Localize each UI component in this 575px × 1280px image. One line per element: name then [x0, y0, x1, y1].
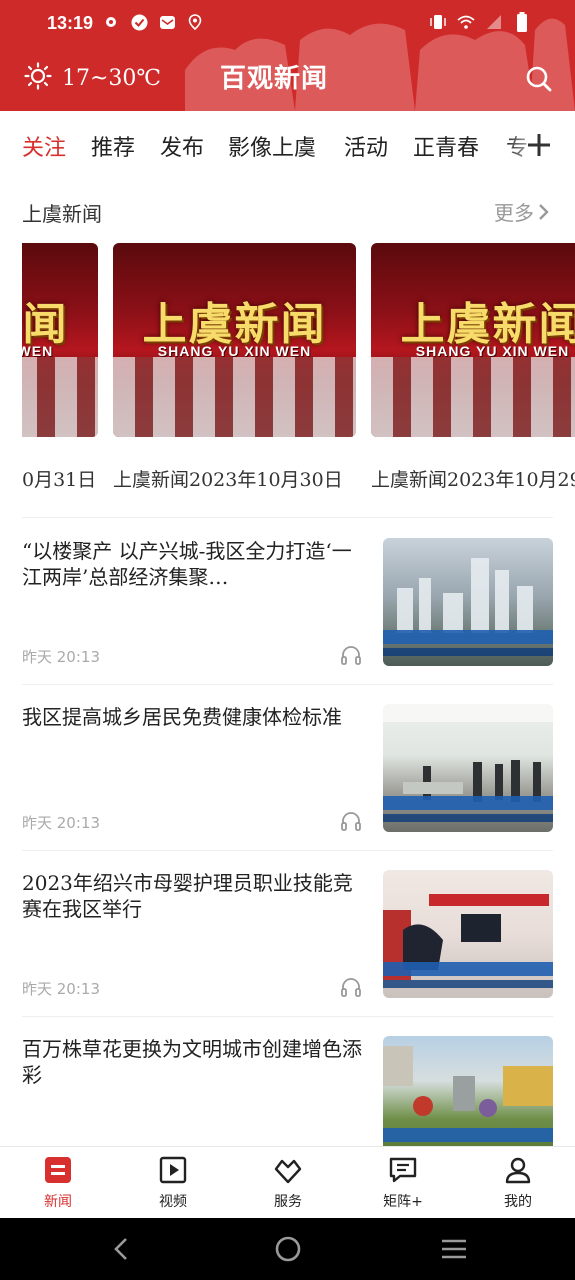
weather-widget[interactable]: 17~30℃: [24, 62, 161, 94]
divider: [22, 850, 553, 851]
check-circle-icon: [130, 13, 148, 31]
divider: [22, 684, 553, 685]
recents-icon[interactable]: [440, 1235, 468, 1263]
nav-matrix[interactable]: 矩阵+: [363, 1155, 443, 1211]
profile-icon: [505, 1157, 531, 1184]
carousel-thumbnail: 上虞新闻 SHANG YU XIN WEN: [371, 243, 575, 437]
search-icon[interactable]: [525, 65, 553, 93]
news-thumbnail: [383, 1036, 553, 1164]
location-icon: [186, 13, 204, 31]
thumbnail-subtitle: SHANG YU XIN WEN: [22, 343, 54, 359]
nav-label: 我的: [504, 1194, 532, 1210]
carousel-card[interactable]: 上虞新闻 SHANG YU XIN WEN 上虞新闻2023年10月29: [371, 243, 575, 491]
battery-icon: [513, 12, 531, 32]
add-channel-icon[interactable]: [525, 131, 553, 159]
thumbnail-subtitle: SHANG YU XIN WEN: [415, 343, 570, 359]
news-time: 昨天 20:13: [22, 648, 100, 666]
carousel-thumbnail: 上虞新闻 SHANG YU XIN WEN: [22, 243, 98, 437]
news-title: 我区提高城乡居民免费健康体检标准: [22, 705, 342, 729]
news-time: 昨天 20:13: [22, 980, 100, 998]
app-logo: 百观新闻: [220, 64, 329, 94]
vibrate-icon: [429, 13, 447, 31]
back-icon[interactable]: [108, 1235, 136, 1263]
wifi-icon: [457, 13, 475, 31]
carousel-card[interactable]: 上虞新闻 SHANG YU XIN WEN 上虞新闻2023年10月30日: [113, 243, 356, 491]
temperature-text: 17~30℃: [62, 65, 162, 91]
more-link[interactable]: 更多: [494, 197, 551, 226]
signal-icon: [485, 13, 503, 31]
tab-youth[interactable]: 正青春: [413, 130, 479, 162]
section-title: 上虞新闻: [22, 202, 102, 226]
tab-image-shangyu[interactable]: 影像上虞: [228, 130, 316, 162]
news-list-item[interactable]: 我区提高城乡居民免费健康体检标准 昨天 20:13: [0, 704, 575, 870]
tab-follow[interactable]: 关注: [22, 130, 66, 162]
mail-icon: [158, 13, 176, 31]
nav-label: 矩阵+: [383, 1194, 423, 1210]
sun-icon: [24, 62, 52, 94]
system-navigation-bar: [0, 1218, 575, 1280]
news-title: “以楼聚产 以产兴城-我区全力打造‘一江两岸’总部经济集聚…: [22, 539, 352, 589]
more-label: 更多: [494, 201, 534, 225]
service-icon: [274, 1159, 302, 1184]
app-header: 13:19 17~30℃ 百观新闻: [0, 0, 575, 111]
nav-service[interactable]: 服务: [248, 1155, 328, 1211]
gear-icon: [102, 13, 120, 31]
thumbnail-subtitle: SHANG YU XIN WEN: [157, 343, 312, 359]
news-list-item[interactable]: “以楼聚产 以产兴城-我区全力打造‘一江两岸’总部经济集聚… 昨天 20:13: [0, 538, 575, 704]
nav-label: 服务: [274, 1194, 302, 1210]
matrix-icon: [389, 1157, 417, 1183]
news-icon: [45, 1157, 71, 1183]
bottom-navigation: 新闻 视频 服务 矩阵+ 我的: [0, 1146, 575, 1218]
news-list-item[interactable]: 2023年绍兴市母婴护理员职业技能竞赛在我区举行 昨天 20:13: [0, 870, 575, 1036]
news-time: 昨天 20:13: [22, 814, 100, 832]
news-thumbnail: [383, 870, 553, 998]
nav-label: 视频: [159, 1194, 187, 1210]
nav-profile[interactable]: 我的: [478, 1155, 558, 1211]
tab-recommend[interactable]: 推荐: [91, 130, 135, 162]
tab-activity[interactable]: 活动: [344, 130, 388, 162]
status-bar: 13:19: [0, 0, 575, 48]
nav-label: 新闻: [44, 1194, 72, 1210]
nav-news[interactable]: 新闻: [18, 1155, 98, 1211]
home-icon[interactable]: [274, 1235, 302, 1263]
carousel-card[interactable]: 上虞新闻 SHANG YU XIN WEN 0月31日: [22, 243, 98, 491]
divider: [22, 1016, 553, 1017]
status-time: 13:19: [47, 13, 94, 33]
carousel-caption: 上虞新闻2023年10月29: [371, 469, 575, 491]
news-thumbnail: [383, 538, 553, 666]
carousel-caption: 上虞新闻2023年10月30日: [113, 469, 343, 491]
news-video-carousel[interactable]: 上虞新闻 SHANG YU XIN WEN 0月31日 上虞新闻 SHANG Y…: [22, 243, 575, 503]
tab-publish[interactable]: 发布: [160, 130, 204, 162]
headphones-icon[interactable]: [340, 810, 362, 832]
news-thumbnail: [383, 704, 553, 832]
nav-video[interactable]: 视频: [133, 1155, 213, 1211]
chevron-right-icon: [539, 203, 549, 220]
news-title: 2023年绍兴市母婴护理员职业技能竞赛在我区举行: [22, 871, 353, 921]
news-title: 百万株草花更换为文明城市创建增色添彩: [22, 1037, 362, 1087]
headphones-icon[interactable]: [340, 644, 362, 666]
category-tabs: 关注 推荐 发布 影像上虞 活动 正青春 专: [0, 111, 575, 179]
carousel-thumbnail: 上虞新闻 SHANG YU XIN WEN: [113, 243, 356, 437]
video-icon: [159, 1156, 187, 1184]
carousel-caption: 0月31日: [22, 469, 97, 491]
divider: [22, 517, 553, 518]
headphones-icon[interactable]: [340, 976, 362, 998]
